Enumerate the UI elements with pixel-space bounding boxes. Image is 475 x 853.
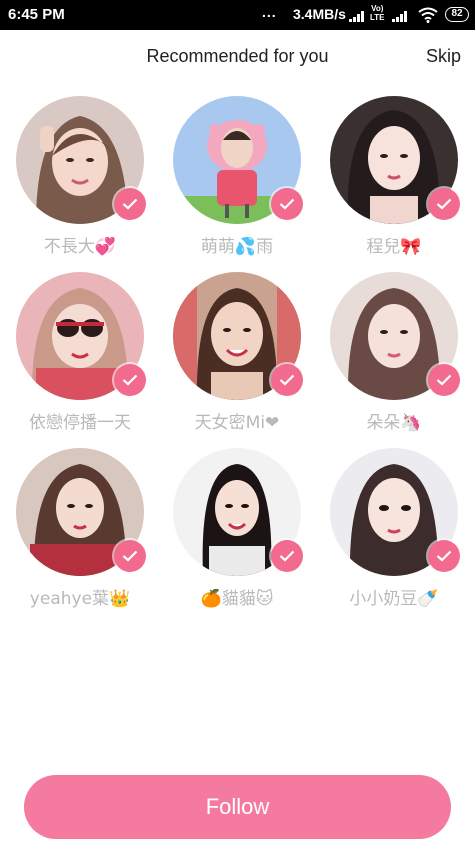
status-time: 6:45 PM [8,6,65,23]
volte-icon: Vo) LTE [370,4,385,22]
user-name: yeahye葉👑 [29,589,131,609]
user-card[interactable]: 程兒🎀 [314,96,474,257]
user-name: 小小奶豆🍼 [349,589,439,609]
user-card[interactable]: yeahye葉👑 [0,448,160,609]
user-name: 🍊貓貓🐱 [200,589,274,609]
selected-check-icon[interactable] [271,188,303,220]
selected-check-icon[interactable] [114,364,146,396]
user-card[interactable]: 萌萌💦雨 [157,96,317,257]
user-card[interactable]: 依戀停播一天 [0,272,160,433]
page-title: Recommended for you [146,46,329,66]
selected-check-icon[interactable] [271,364,303,396]
user-card[interactable]: 天女密Mi❤ [157,272,317,433]
selected-check-icon[interactable] [428,364,460,396]
user-name: 天女密Mi❤ [194,413,280,433]
signal-icon [349,10,367,22]
user-name: 不長大💞 [43,237,117,257]
battery-icon: 82 [445,7,469,22]
selected-check-icon[interactable] [271,540,303,572]
user-card[interactable]: 🍊貓貓🐱 [157,448,317,609]
selected-check-icon[interactable] [114,540,146,572]
skip-button[interactable]: Skip [426,46,461,67]
user-card[interactable]: 朵朵🦄 [314,272,474,433]
user-name: 程兒🎀 [366,237,422,257]
wifi-icon [418,7,438,23]
user-name: 萌萌💦雨 [200,237,274,257]
selected-check-icon[interactable] [114,188,146,220]
selected-check-icon[interactable] [428,540,460,572]
network-speed: 3.4MB/s [293,6,346,22]
user-card[interactable]: 不長大💞 [0,96,160,257]
user-name: 朵朵🦄 [366,413,422,433]
signal-icon-2 [392,10,410,22]
status-bar: 6:45 PM ... 3.4MB/s Vo) LTE 82 [0,0,475,30]
selected-check-icon[interactable] [428,188,460,220]
user-card[interactable]: 小小奶豆🍼 [314,448,474,609]
follow-button[interactable]: Follow [24,775,451,839]
notification-dots: ... [262,4,277,20]
user-name: 依戀停播一天 [29,413,131,433]
